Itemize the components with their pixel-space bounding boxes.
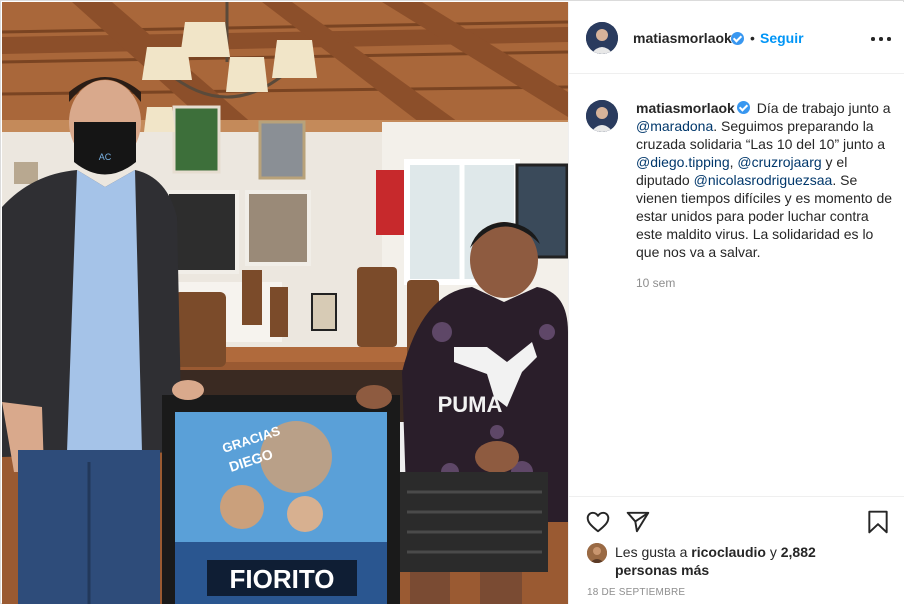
- liker-username[interactable]: ricoclaudio: [691, 544, 766, 560]
- post-side-panel: matiasmorlaok • Seguir matiasmorlaok Día…: [568, 2, 904, 604]
- caption-verified-badge-icon: [736, 101, 750, 114]
- heart-icon[interactable]: [585, 509, 611, 540]
- mask-logo: AC: [99, 152, 112, 162]
- liker-avatar[interactable]: [587, 543, 607, 563]
- caption-username[interactable]: matiasmorlaok: [636, 100, 735, 116]
- mention-diego-tipping[interactable]: @diego.tipping: [636, 154, 730, 170]
- poster-footer-text: FIORITO: [230, 564, 335, 594]
- action-bar: [569, 496, 904, 546]
- caption-time-ago[interactable]: 10 sem: [636, 276, 675, 290]
- caption-text-1: Día de trabajo junto a: [752, 100, 891, 116]
- caption-author-avatar[interactable]: [586, 100, 618, 132]
- post-photo[interactable]: AC GRACIAS DIEGO FIORITO PUMA: [2, 2, 568, 604]
- caption-area: matiasmorlaok Día de trabajo junto a @ma…: [569, 74, 904, 494]
- hoodie-brand: PUMA: [438, 392, 503, 417]
- verified-badge-icon: [731, 32, 744, 45]
- instagram-post-modal: AC GRACIAS DIEGO FIORITO PUMA matiasmorl…: [0, 0, 904, 604]
- mention-nicolasrodriguezsaa[interactable]: @nicolasrodriguezsaa: [694, 172, 833, 188]
- mention-maradona[interactable]: @maradona: [636, 118, 713, 134]
- likes-prefix: Les gusta a: [615, 544, 692, 560]
- paper-plane-icon[interactable]: [625, 509, 651, 540]
- more-options-icon[interactable]: [869, 28, 893, 48]
- author-avatar[interactable]: [586, 22, 618, 54]
- post-header: matiasmorlaok • Seguir: [569, 2, 904, 74]
- bookmark-icon[interactable]: [865, 509, 891, 540]
- post-date[interactable]: 18 DE SEPTIEMBRE: [587, 587, 685, 598]
- likes-middle: y: [765, 544, 781, 560]
- author-username[interactable]: matiasmorlaok: [633, 30, 732, 46]
- separator-dot: •: [750, 30, 755, 46]
- follow-button[interactable]: Seguir: [760, 30, 804, 46]
- post-caption: matiasmorlaok Día de trabajo junto a @ma…: [636, 99, 894, 261]
- mention-cruzrojaarg[interactable]: @cruzrojaarg: [737, 154, 821, 170]
